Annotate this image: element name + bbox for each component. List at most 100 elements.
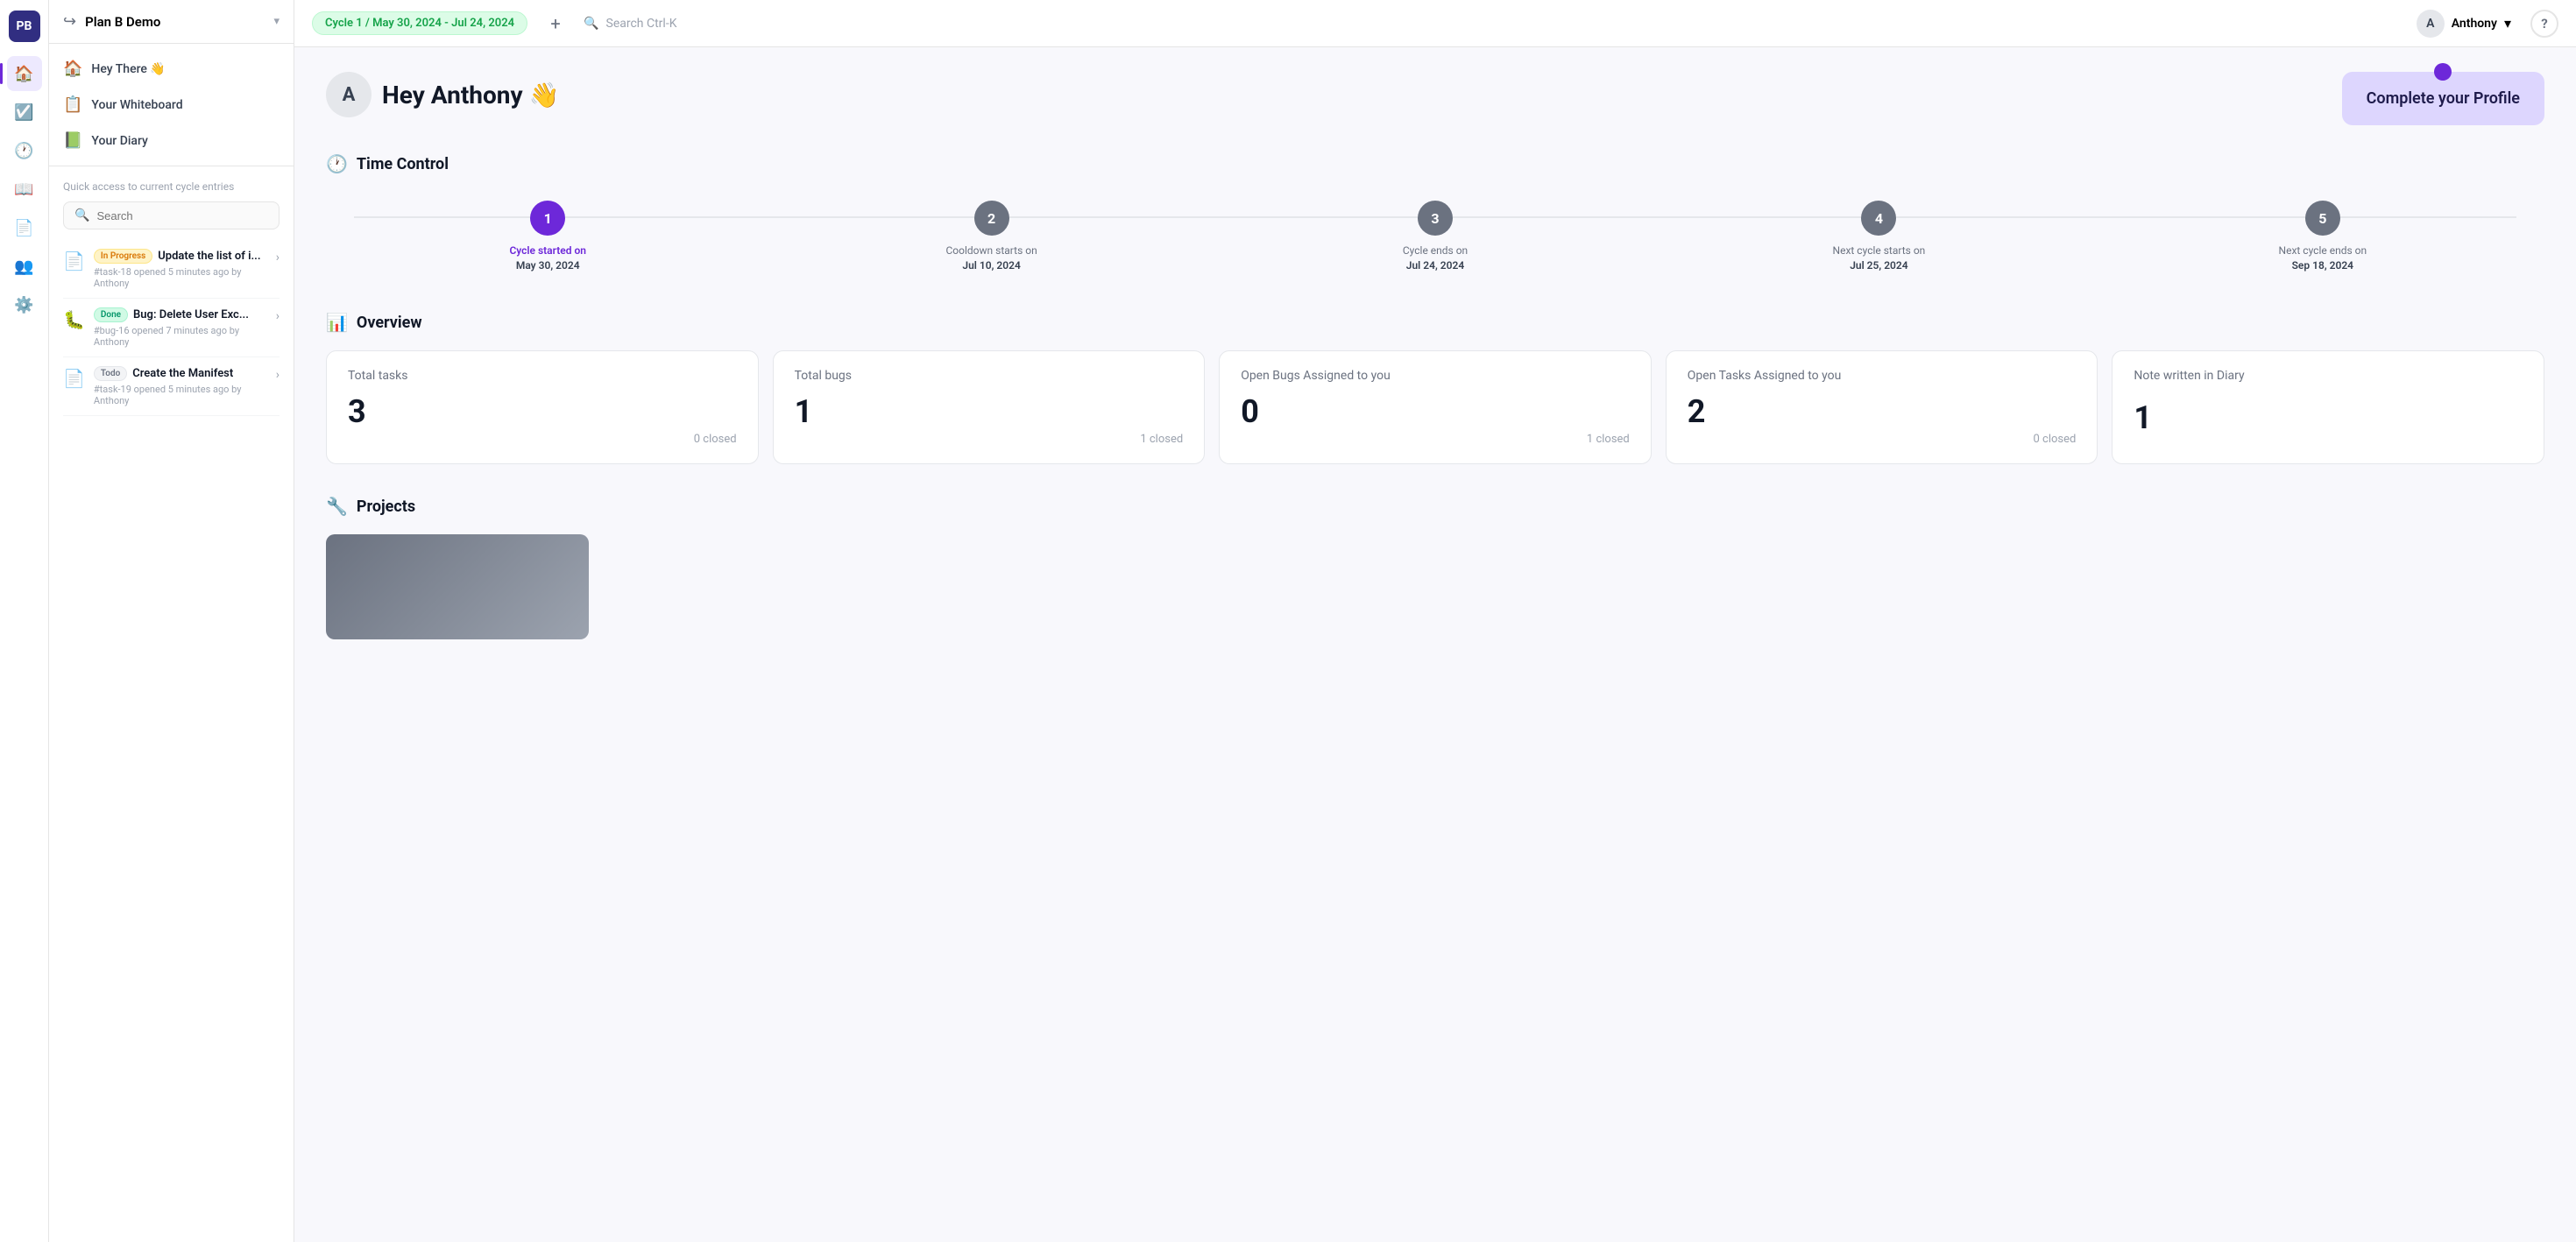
card-total-bugs-value: 1 [795,390,1184,433]
step-2-label: Cooldown starts on [945,244,1037,257]
hero-avatar: A [326,72,372,117]
nav-icon-clock[interactable]: 🕐 [7,133,42,168]
entry-3-title: Create the Manifest [132,367,233,380]
search-icon: 🔍 [74,208,89,222]
nav-icon-tasks[interactable]: ☑️ [7,95,42,130]
entry-1-chevron-icon: › [276,251,280,265]
entry-3-icon: 📄 [63,368,85,389]
entry-3-header: Todo Create the Manifest [94,366,267,381]
card-total-tasks-value: 3 [348,390,737,433]
nav-icon-book[interactable]: 📖 [7,172,42,207]
logo[interactable]: PB [9,11,40,42]
projects-label: Projects [357,498,415,516]
profile-card[interactable]: Complete your Profile [2342,72,2544,125]
quick-search-input[interactable] [96,209,268,222]
left-panel: ↪ Plan B Demo ▾ 🏠 Hey There 👋 📋 Your Whi… [49,0,294,1242]
timeline-step-2: 2 Cooldown starts on Jul 10, 2024 [769,201,1213,272]
card-total-tasks: Total tasks 3 0 closed [326,350,759,464]
nav-hey-there[interactable]: 🏠 Hey There 👋 [49,51,294,87]
overview-cards: Total tasks 3 0 closed Total bugs 1 1 cl… [326,350,2544,464]
projects-section: 🔧 Projects [326,496,2544,639]
time-control-label: Time Control [357,155,449,173]
main-area: Cycle 1 / May 30, 2024 - Jul 24, 2024 + … [294,0,2576,1242]
card-diary-notes-value: 1 [2134,390,2523,446]
quick-access-title: Quick access to current cycle entries [63,180,280,193]
help-button[interactable]: ? [2530,10,2558,38]
topbar: Cycle 1 / May 30, 2024 - Jul 24, 2024 + … [294,0,2576,47]
step-5-circle: 5 [2305,201,2340,236]
user-menu[interactable]: A Anthony ▾ [2408,5,2520,42]
timeline-step-5: 5 Next cycle ends on Sep 18, 2024 [2101,201,2544,272]
nav-icon-home[interactable]: 🏠 [7,56,42,91]
diary-icon: 📗 [63,131,82,150]
nav-hey-there-label: Hey There 👋 [91,62,165,76]
entry-1-content: In Progress Update the list of i... #tas… [94,249,267,289]
step-2-circle: 2 [974,201,1009,236]
whiteboard-icon: 📋 [63,95,82,114]
user-name: Anthony [2452,17,2497,31]
overview-icon: 📊 [326,312,348,333]
workspace-icon: ↪ [63,12,76,31]
overview-label: Overview [357,314,422,332]
step-4-circle: 4 [1861,201,1896,236]
card-open-bugs-footer: 1 closed [1241,433,1630,446]
cycle-badge[interactable]: Cycle 1 / May 30, 2024 - Jul 24, 2024 [312,11,527,35]
nav-whiteboard-label: Your Whiteboard [91,98,182,112]
nav-diary-label: Your Diary [91,134,147,148]
step-3-date: Jul 24, 2024 [1406,259,1464,272]
entry-item-1[interactable]: 📄 In Progress Update the list of i... #t… [63,240,280,299]
hero-section: A Hey Anthony 👋 Complete your Profile [326,72,2544,125]
entry-1-title: Update the list of i... [158,250,260,263]
overview-section: 📊 Overview Total tasks 3 0 closed Total … [326,312,2544,464]
step-4-date: Jul 25, 2024 [1850,259,1907,272]
entry-1-icon: 📄 [63,251,85,272]
topbar-search[interactable]: 🔍 Search Ctrl-K [584,17,2394,31]
entry-2-badge: Done [94,307,128,322]
nav-icon-settings[interactable]: ⚙️ [7,287,42,322]
card-total-bugs: Total bugs 1 1 closed [773,350,1206,464]
timeline: 1 Cycle started on May 30, 2024 2 Cooldo… [326,192,2544,280]
home-icon: 🏠 [63,60,82,78]
nav-icon-page[interactable]: 📄 [7,210,42,245]
projects-icon: 🔧 [326,496,348,517]
nav-icon-people[interactable]: 👥 [7,249,42,284]
profile-card-title: Complete your Profile [2367,89,2520,108]
card-total-bugs-footer: 1 closed [795,433,1184,446]
content: A Hey Anthony 👋 Complete your Profile 🕐 … [294,47,2576,1242]
entry-1-meta: #task-18 opened 5 minutes ago by Anthony [94,266,267,289]
nav-whiteboard[interactable]: 📋 Your Whiteboard [49,87,294,123]
card-open-tasks-label: Open Tasks Assigned to you [1688,369,2077,383]
entry-3-meta: #task-19 opened 5 minutes ago by Anthony [94,384,267,406]
profile-card-dot [2434,63,2452,81]
active-indicator [0,63,3,84]
topbar-search-icon: 🔍 [584,17,598,31]
entry-2-header: Done Bug: Delete User Exc... [94,307,267,322]
add-button[interactable]: + [541,10,570,38]
quick-search-box[interactable]: 🔍 [63,201,280,229]
card-diary-notes: Note written in Diary 1 [2112,350,2544,464]
timeline-step-3: 3 Cycle ends on Jul 24, 2024 [1214,201,1657,272]
timeline-step-4: 4 Next cycle starts on Jul 25, 2024 [1657,201,2100,272]
entry-item-2[interactable]: 🐛 Done Bug: Delete User Exc... #bug-16 o… [63,299,280,357]
quick-access-section: Quick access to current cycle entries 🔍 … [49,166,294,430]
entry-item-3[interactable]: 📄 Todo Create the Manifest #task-19 open… [63,357,280,416]
icon-sidebar: PB 🏠 ☑️ 🕐 📖 📄 👥 ⚙️ [0,0,49,1242]
card-total-tasks-label: Total tasks [348,369,737,383]
card-open-tasks-footer: 0 closed [1688,433,2077,446]
entry-2-content: Done Bug: Delete User Exc... #bug-16 ope… [94,307,267,348]
entry-1-badge: In Progress [94,249,152,264]
workspace-chevron-icon: ▾ [273,15,280,28]
entry-2-meta: #bug-16 opened 7 minutes ago by Anthony [94,325,267,348]
entry-2-chevron-icon: › [276,309,280,323]
workspace-header[interactable]: ↪ Plan B Demo ▾ [49,0,294,44]
workspace-name: Plan B Demo [85,14,265,30]
nav-diary[interactable]: 📗 Your Diary [49,123,294,159]
step-5-label: Next cycle ends on [2279,244,2367,257]
primary-nav: 🏠 Hey There 👋 📋 Your Whiteboard 📗 Your D… [49,44,294,166]
entry-2-title: Bug: Delete User Exc... [133,308,249,321]
card-open-tasks: Open Tasks Assigned to you 2 0 closed [1666,350,2098,464]
user-chevron-icon: ▾ [2504,15,2511,32]
project-thumbnail[interactable] [326,534,589,639]
overview-title: 📊 Overview [326,312,2544,333]
step-1-label: Cycle started on [509,244,586,257]
